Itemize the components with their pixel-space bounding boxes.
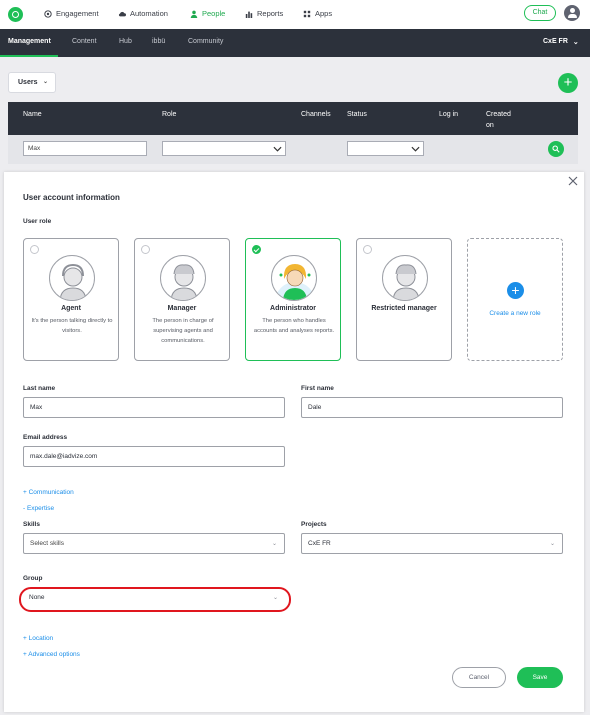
role-radio[interactable] — [30, 245, 39, 254]
skills-select-value: Select skills — [30, 540, 64, 547]
panel-title: User account information — [23, 193, 120, 202]
chevron-down-icon: ⌄ — [271, 541, 277, 547]
add-user-button[interactable]: + — [558, 73, 578, 93]
first-name-label: First name — [301, 385, 334, 392]
nav-automation[interactable]: Automation — [118, 9, 168, 18]
name-filter-input[interactable]: Max — [23, 141, 147, 156]
create-role-card[interactable]: + Create a new role — [467, 238, 563, 361]
role-radio-checked[interactable] — [252, 245, 261, 254]
role-radio[interactable] — [363, 245, 372, 254]
skills-label: Skills — [23, 521, 40, 528]
cloud-icon — [118, 11, 126, 16]
create-role-label: Create a new role — [489, 310, 541, 317]
cancel-button[interactable]: Cancel — [452, 667, 506, 688]
chevron-down-icon: ⌄ — [549, 541, 555, 547]
role-description: It's the person talking directly to visi… — [31, 318, 113, 334]
role-name: Agent — [61, 305, 81, 312]
column-status[interactable]: Status — [347, 109, 367, 120]
chevron-down-icon: ⌄ — [43, 79, 49, 85]
active-tab-indicator — [0, 55, 58, 57]
user-account-panel: User account information User role Agent… — [4, 172, 584, 712]
nav-engagement[interactable]: Engagement — [44, 9, 99, 18]
column-created[interactable]: Created on — [486, 109, 511, 131]
search-button[interactable] — [548, 141, 564, 157]
save-button[interactable]: Save — [517, 667, 563, 688]
column-login[interactable]: Log in — [439, 109, 458, 120]
chevron-down-icon: ⌄ — [572, 39, 579, 46]
role-card-administrator[interactable]: Administrator The person who handles acc… — [245, 238, 341, 361]
role-radio[interactable] — [141, 245, 150, 254]
workspace-name: CxE FR — [543, 38, 568, 45]
group-highlight-annotation — [19, 587, 291, 612]
column-role[interactable]: Role — [162, 109, 176, 120]
agent-avatar-illustration — [49, 255, 95, 301]
nav-apps-label: Apps — [315, 9, 333, 18]
column-created-line2: on — [486, 122, 494, 129]
skills-select[interactable]: Select skills ⌄ — [23, 533, 285, 554]
nav-apps[interactable]: Apps — [303, 9, 332, 18]
nav-reports-label: Reports — [257, 9, 284, 18]
manager-avatar-illustration — [160, 255, 206, 301]
top-navigation: Engagement Automation People Reports App… — [0, 0, 590, 29]
advanced-options-toggle[interactable]: + Advanced options — [23, 651, 80, 658]
last-name-field[interactable]: Max — [23, 397, 285, 418]
role-name: Manager — [167, 305, 197, 312]
nav-automation-label: Automation — [130, 9, 168, 18]
email-field[interactable]: max.dale@iadvize.com — [23, 446, 285, 467]
target-icon — [44, 9, 52, 18]
role-description: The person who handles accounts and anal… — [253, 318, 335, 334]
tab-content[interactable]: Content — [72, 38, 97, 45]
role-card-agent[interactable]: Agent It's the person talking directly t… — [23, 238, 119, 361]
role-description: The person in charge of supervising agen… — [152, 318, 214, 344]
column-channels[interactable]: Channels — [301, 109, 331, 120]
close-icon[interactable] — [567, 175, 579, 187]
grid-icon — [303, 10, 311, 17]
role-filter-select[interactable] — [162, 141, 286, 156]
plus-icon: + — [507, 282, 524, 299]
chevron-down-icon — [273, 146, 282, 152]
email-label: Email address — [23, 434, 68, 441]
tab-ibbu[interactable]: ibbü — [152, 38, 165, 45]
column-name[interactable]: Name — [23, 109, 42, 120]
role-card-restricted-manager[interactable]: Restricted manager — [356, 238, 452, 361]
plus-icon: + — [563, 74, 573, 91]
nav-reports[interactable]: Reports — [245, 9, 283, 18]
table-filter-row: Max — [8, 135, 578, 164]
nav-engagement-label: Engagement — [56, 9, 99, 18]
person-icon — [190, 10, 198, 18]
tab-management[interactable]: Management — [8, 38, 51, 45]
last-name-label: Last name — [23, 385, 56, 392]
projects-label: Projects — [301, 521, 327, 528]
users-dropdown[interactable]: Users ⌄ — [8, 72, 56, 93]
search-icon — [552, 145, 560, 153]
status-filter-select[interactable] — [347, 141, 424, 156]
first-name-field[interactable]: Dale — [301, 397, 563, 418]
projects-select-value: CxE FR — [308, 540, 331, 547]
administrator-avatar-illustration — [271, 255, 317, 301]
role-name: Administrator — [270, 305, 316, 312]
users-dropdown-label: Users — [18, 79, 38, 86]
restricted-manager-avatar-illustration — [382, 255, 428, 301]
role-card-manager[interactable]: Manager The person in charge of supervis… — [134, 238, 230, 361]
chevron-down-icon — [411, 146, 420, 152]
bar-chart-icon — [245, 11, 253, 18]
nav-people-label: People — [202, 9, 226, 18]
tab-community[interactable]: Community — [188, 38, 223, 45]
column-created-line1: Created — [486, 111, 511, 118]
nav-people[interactable]: People — [190, 9, 225, 18]
group-label: Group — [23, 575, 43, 582]
tab-hub[interactable]: Hub — [119, 38, 132, 45]
projects-select[interactable]: CxE FR ⌄ — [301, 533, 563, 554]
chat-button[interactable]: Chat — [524, 5, 556, 21]
user-role-label: User role — [23, 218, 52, 225]
user-avatar[interactable] — [564, 5, 580, 21]
location-toggle[interactable]: + Location — [23, 635, 53, 642]
expertise-toggle[interactable]: - Expertise — [23, 505, 54, 512]
workspace-selector[interactable]: CxE FR ⌄ — [543, 38, 579, 46]
role-name: Restricted manager — [371, 305, 437, 312]
users-table-header: Name Role Channels Status Log in Created… — [8, 102, 578, 135]
sub-navigation: Management Content Hub ibbü Community Cx… — [0, 29, 590, 57]
communication-toggle[interactable]: + Communication — [23, 489, 74, 496]
app-logo[interactable] — [8, 7, 23, 22]
